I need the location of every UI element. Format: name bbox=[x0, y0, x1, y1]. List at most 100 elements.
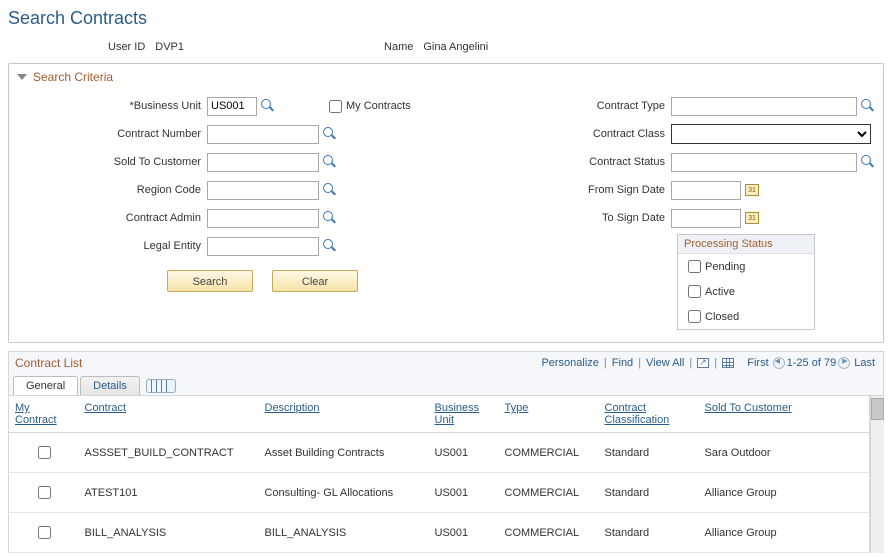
active-label: Active bbox=[705, 286, 735, 298]
last-link[interactable]: Last bbox=[854, 357, 875, 369]
cell-description: BILL_ANALYSIS bbox=[259, 513, 429, 553]
processing-status-group: Processing Status Pending Active Closed bbox=[677, 234, 815, 330]
my-contracts-label: My Contracts bbox=[346, 100, 411, 112]
col-type[interactable]: Type bbox=[505, 402, 529, 414]
lookup-icon[interactable] bbox=[323, 155, 337, 169]
from-sign-date-input[interactable] bbox=[671, 181, 741, 200]
cell-sold-to: Alliance Group bbox=[699, 473, 870, 513]
row-my-contract-checkbox[interactable] bbox=[38, 446, 51, 459]
cell-bu: US001 bbox=[429, 513, 499, 553]
cell-description: Asset Building Contracts bbox=[259, 433, 429, 473]
user-name-value: Gina Angelini bbox=[423, 41, 488, 53]
lookup-icon[interactable] bbox=[261, 99, 275, 113]
first-link[interactable]: First bbox=[747, 357, 768, 369]
business-unit-label: Business Unit bbox=[17, 100, 207, 112]
table-row: ATEST101Consulting- GL AllocationsUS001C… bbox=[9, 473, 870, 513]
sold-to-input[interactable] bbox=[207, 153, 319, 172]
lookup-icon[interactable] bbox=[323, 183, 337, 197]
grid-tools: Personalize| Find| View All| | First 1-2… bbox=[539, 357, 877, 369]
zoom-icon[interactable] bbox=[697, 358, 709, 368]
to-sign-date-label: To Sign Date bbox=[561, 212, 671, 224]
cell-contract: ATEST101 bbox=[79, 473, 259, 513]
contract-number-input[interactable] bbox=[207, 125, 319, 144]
business-unit-input[interactable] bbox=[207, 97, 257, 116]
contract-status-input[interactable] bbox=[671, 153, 857, 172]
tab-general[interactable]: General bbox=[13, 376, 78, 395]
cell-contract: ASSSET_BUILD_CONTRACT bbox=[79, 433, 259, 473]
closed-label: Closed bbox=[705, 311, 739, 323]
to-sign-date-input[interactable] bbox=[671, 209, 741, 228]
contract-class-select[interactable] bbox=[671, 124, 871, 144]
page-title: Search Contracts bbox=[8, 8, 884, 29]
cell-description: Consulting- GL Allocations bbox=[259, 473, 429, 513]
contract-grid: My Contract Contract Description Busines… bbox=[8, 396, 870, 553]
lookup-icon[interactable] bbox=[323, 211, 337, 225]
cell-type: COMMERCIAL bbox=[499, 513, 599, 553]
clear-button[interactable]: Clear bbox=[272, 270, 358, 292]
region-code-input[interactable] bbox=[207, 181, 319, 200]
calendar-icon[interactable]: 31 bbox=[745, 184, 759, 196]
download-icon[interactable] bbox=[722, 358, 734, 368]
cell-classification: Standard bbox=[599, 513, 699, 553]
col-contract[interactable]: Contract bbox=[85, 402, 127, 414]
col-business-unit[interactable]: Business Unit bbox=[435, 402, 480, 426]
row-range: 1-25 of 79 bbox=[787, 357, 837, 369]
col-classification[interactable]: Contract Classification bbox=[605, 402, 670, 426]
contract-status-label: Contract Status bbox=[561, 156, 671, 168]
table-row: BILL_ANALYSISBILL_ANALYSISUS001COMMERCIA… bbox=[9, 513, 870, 553]
contract-admin-input[interactable] bbox=[207, 209, 319, 228]
pending-checkbox[interactable] bbox=[688, 260, 701, 273]
criteria-header[interactable]: Search Criteria bbox=[17, 70, 875, 84]
col-my-contract[interactable]: My Contract bbox=[15, 402, 57, 426]
cell-bu: US001 bbox=[429, 473, 499, 513]
col-description[interactable]: Description bbox=[265, 402, 320, 414]
legal-entity-label: Legal Entity bbox=[17, 240, 207, 252]
contract-list-title: Contract List bbox=[15, 356, 82, 370]
prev-icon[interactable] bbox=[773, 357, 785, 369]
personalize-link[interactable]: Personalize bbox=[541, 357, 598, 369]
find-link[interactable]: Find bbox=[612, 357, 633, 369]
cell-type: COMMERCIAL bbox=[499, 473, 599, 513]
next-icon[interactable] bbox=[838, 357, 850, 369]
contract-list-section: Contract List Personalize| Find| View Al… bbox=[8, 351, 884, 553]
pending-label: Pending bbox=[705, 261, 745, 273]
row-my-contract-checkbox[interactable] bbox=[38, 526, 51, 539]
view-all-link[interactable]: View All bbox=[646, 357, 684, 369]
cell-type: COMMERCIAL bbox=[499, 433, 599, 473]
user-info-row: User ID DVP1 Name Gina Angelini bbox=[8, 41, 884, 53]
lookup-icon[interactable] bbox=[323, 239, 337, 253]
col-sold-to[interactable]: Sold To Customer bbox=[705, 402, 792, 414]
my-contracts-checkbox[interactable] bbox=[329, 100, 342, 113]
user-name-label: Name bbox=[384, 41, 413, 53]
lookup-icon[interactable] bbox=[323, 127, 337, 141]
show-all-columns-icon[interactable] bbox=[146, 379, 176, 393]
sold-to-label: Sold To Customer bbox=[17, 156, 207, 168]
contract-type-input[interactable] bbox=[671, 97, 857, 116]
region-code-label: Region Code bbox=[17, 184, 207, 196]
legal-entity-input[interactable] bbox=[207, 237, 319, 256]
processing-status-legend: Processing Status bbox=[678, 235, 814, 254]
cell-classification: Standard bbox=[599, 433, 699, 473]
scrollbar[interactable] bbox=[870, 396, 884, 553]
contract-class-label: Contract Class bbox=[561, 128, 671, 140]
user-id-label: User ID bbox=[108, 41, 145, 53]
cell-contract: BILL_ANALYSIS bbox=[79, 513, 259, 553]
closed-checkbox[interactable] bbox=[688, 310, 701, 323]
calendar-icon[interactable]: 31 bbox=[745, 212, 759, 224]
contract-type-label: Contract Type bbox=[561, 100, 671, 112]
active-checkbox[interactable] bbox=[688, 285, 701, 298]
cell-bu: US001 bbox=[429, 433, 499, 473]
cell-sold-to: Sara Outdoor bbox=[699, 433, 870, 473]
table-row: ASSSET_BUILD_CONTRACTAsset Building Cont… bbox=[9, 433, 870, 473]
cell-sold-to: Alliance Group bbox=[699, 513, 870, 553]
lookup-icon[interactable] bbox=[861, 155, 875, 169]
criteria-header-label: Search Criteria bbox=[33, 70, 113, 84]
collapse-icon bbox=[17, 74, 27, 80]
from-sign-date-label: From Sign Date bbox=[561, 184, 671, 196]
search-button[interactable]: Search bbox=[167, 270, 253, 292]
user-id-value: DVP1 bbox=[155, 41, 184, 53]
lookup-icon[interactable] bbox=[861, 99, 875, 113]
tab-details[interactable]: Details bbox=[80, 376, 140, 395]
row-my-contract-checkbox[interactable] bbox=[38, 486, 51, 499]
cell-classification: Standard bbox=[599, 473, 699, 513]
